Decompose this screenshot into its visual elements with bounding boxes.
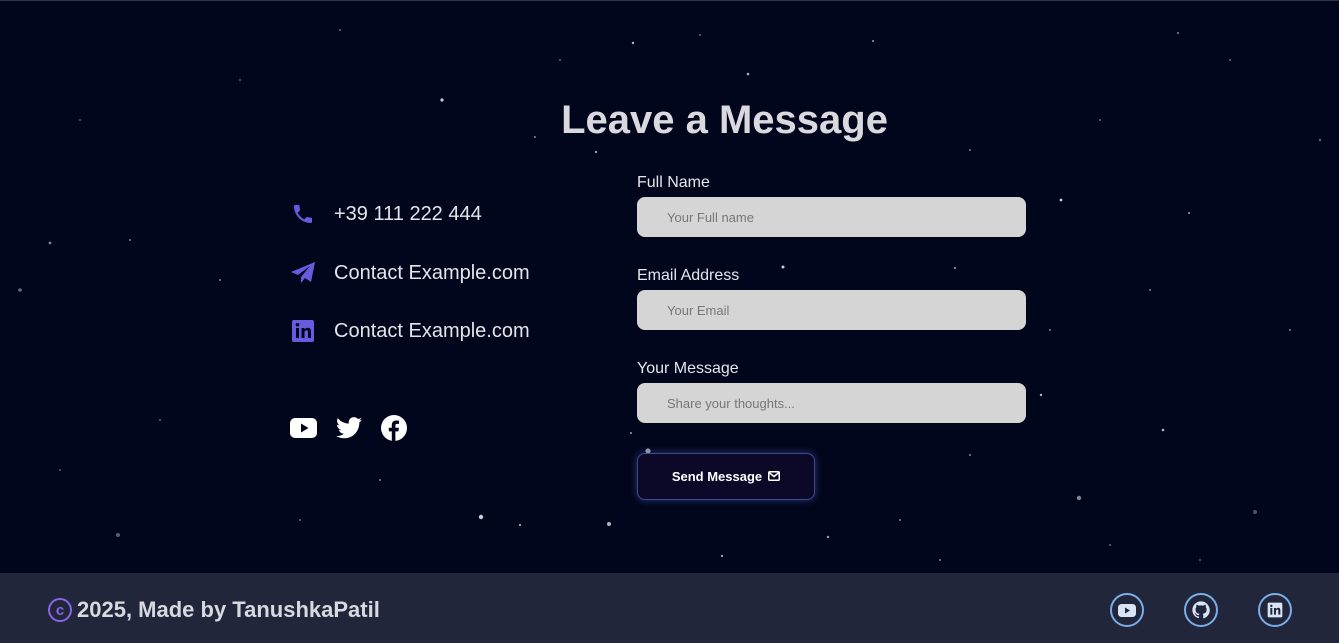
send-message-label: Send Message: [671, 469, 763, 484]
linkedin-icon: [290, 318, 316, 344]
email-input[interactable]: [637, 290, 1026, 330]
paper-plane-icon: [290, 260, 316, 286]
footer-github-icon[interactable]: [1184, 593, 1218, 627]
copyright-icon: c: [48, 598, 72, 622]
full-name-input[interactable]: [637, 197, 1026, 237]
contact-linkedin-text: Contact Example.com: [334, 319, 530, 342]
contact-linkedin: Contact Example.com: [290, 318, 530, 344]
message-input[interactable]: [637, 383, 1026, 423]
social-links: [290, 414, 407, 441]
message-label: Your Message: [637, 360, 739, 377]
phone-icon: [290, 201, 316, 227]
page-title: Leave a Message: [561, 98, 888, 142]
send-message-button[interactable]: Send Message: [637, 453, 815, 500]
footer-copyright: c 2025, Made by TanushkaPatil: [48, 597, 380, 623]
youtube-icon[interactable]: [290, 414, 317, 441]
footer-youtube-icon[interactable]: [1110, 593, 1144, 627]
contact-email: Contact Example.com: [290, 260, 530, 286]
twitter-icon[interactable]: [335, 414, 362, 441]
top-border: [0, 0, 1339, 1]
facebook-icon[interactable]: [380, 414, 407, 441]
contact-email-text: Contact Example.com: [334, 261, 530, 284]
footer-credit-text: 2025, Made by TanushkaPatil: [77, 597, 380, 622]
email-label: Email Address: [637, 267, 740, 284]
footer-linkedin-icon[interactable]: [1258, 593, 1292, 627]
footer: c 2025, Made by TanushkaPatil: [0, 573, 1339, 643]
contact-phone-text: +39 111 222 444: [334, 202, 482, 225]
envelope-icon: [768, 469, 781, 484]
full-name-label: Full Name: [637, 174, 710, 191]
contact-phone: +39 111 222 444: [290, 201, 482, 227]
